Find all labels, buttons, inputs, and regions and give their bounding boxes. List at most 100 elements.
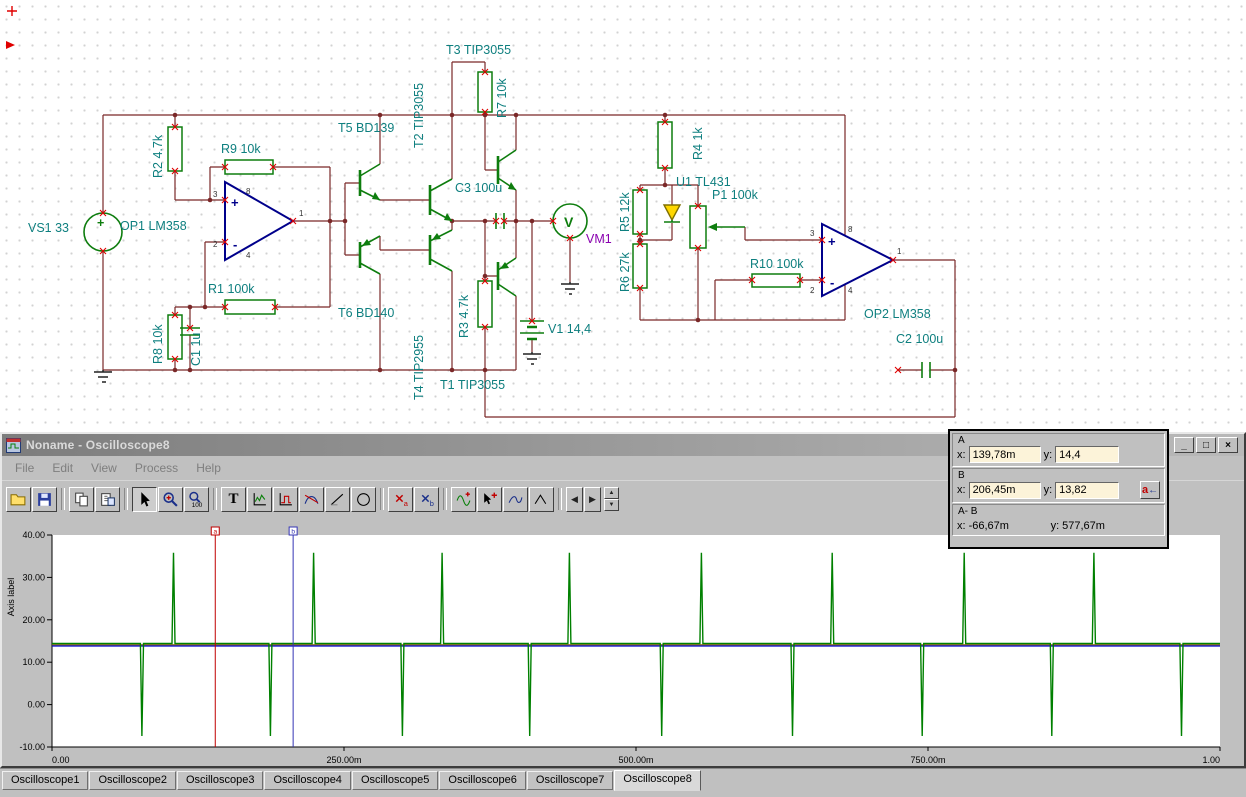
t1-label[interactable]: T1 TIP3055: [440, 378, 505, 392]
cursor-a-x-input[interactable]: [968, 446, 1041, 463]
set-axis-button[interactable]: [247, 486, 272, 512]
prev-curve-button[interactable]: ◀: [566, 486, 583, 512]
y-axis-label: Axis label: [6, 578, 16, 617]
tab-oscilloscope6[interactable]: Oscilloscope6: [439, 771, 526, 790]
tab-oscilloscope2[interactable]: Oscilloscope2: [89, 771, 176, 790]
t5-label[interactable]: T5 BD139: [338, 121, 394, 135]
cursor-a-tool-button[interactable]: a: [388, 486, 413, 512]
t3-label[interactable]: T3 TIP3055: [446, 43, 511, 57]
schematic-canvas[interactable]: VS1 33 OP1 LM358 R2 4.7k R9 10k R1 100k R8 10…: [0, 0, 1246, 432]
r5-label[interactable]: R5 12k: [618, 192, 632, 232]
menu-process[interactable]: Process: [126, 459, 187, 477]
r9-label[interactable]: R9 10k: [221, 142, 261, 156]
cursor-b-y-input[interactable]: [1055, 481, 1120, 499]
trim-curve-button[interactable]: [299, 486, 324, 512]
c2-label[interactable]: C2 100u: [896, 332, 943, 346]
tab-oscilloscope8[interactable]: Oscilloscope8: [614, 770, 701, 791]
tab-oscilloscope1[interactable]: Oscilloscope1: [2, 771, 89, 790]
component-r5[interactable]: [632, 189, 648, 235]
save-button[interactable]: [32, 486, 57, 512]
component-r7[interactable]: [477, 71, 493, 113]
component-t1[interactable]: [496, 257, 517, 297]
zoom-in-button[interactable]: [158, 486, 183, 512]
vm1-label[interactable]: VM1: [586, 232, 612, 246]
menu-view[interactable]: View: [82, 459, 126, 477]
cursor-b-tool-button[interactable]: b: [414, 486, 439, 512]
slope-tool-button[interactable]: [325, 486, 350, 512]
pick-point-button[interactable]: [477, 486, 502, 512]
component-v1-battery[interactable]: [520, 320, 544, 341]
component-t6[interactable]: [358, 235, 381, 275]
add-curve-button[interactable]: [451, 486, 476, 512]
open-file-button[interactable]: [6, 486, 31, 512]
tab-oscilloscope5[interactable]: Oscilloscope5: [351, 771, 439, 790]
component-r10[interactable]: [751, 273, 801, 288]
ellipse-tool-button[interactable]: [351, 486, 376, 512]
component-r9[interactable]: [224, 159, 274, 175]
linearize-button[interactable]: [529, 486, 554, 512]
t4-label[interactable]: T4 TIP2955: [412, 335, 426, 400]
component-t4[interactable]: [428, 229, 453, 272]
component-r3[interactable]: [477, 280, 493, 328]
r1-label[interactable]: R1 100k: [208, 282, 255, 296]
component-r6[interactable]: [632, 243, 648, 289]
r4-label[interactable]: R4 1k: [691, 127, 705, 160]
component-c2[interactable]: [921, 362, 931, 378]
close-button[interactable]: ×: [1218, 437, 1238, 453]
ground-symbol-v1[interactable]: [523, 352, 541, 365]
component-r8[interactable]: [167, 314, 183, 360]
t2-label[interactable]: T2 TIP3055: [412, 83, 426, 148]
component-c3[interactable]: [495, 213, 505, 229]
cursor-a-y-input[interactable]: [1055, 446, 1120, 463]
op2-label[interactable]: OP2 LM358: [864, 307, 931, 321]
plot-background[interactable]: [52, 535, 1220, 747]
menu-file[interactable]: File: [6, 459, 43, 477]
toolbar-separator: [124, 488, 128, 510]
spinner-down-button[interactable]: ▼: [604, 499, 619, 511]
component-r2[interactable]: [167, 126, 183, 172]
component-t5[interactable]: [358, 163, 381, 201]
tab-oscilloscope7[interactable]: Oscilloscope7: [526, 771, 614, 790]
smooth-curve-button[interactable]: [503, 486, 528, 512]
vs1-label[interactable]: VS1 33: [28, 221, 69, 235]
r10-label[interactable]: R10 100k: [750, 257, 804, 271]
spinner-up-button[interactable]: ▲: [604, 487, 619, 499]
pointer-tool-button[interactable]: [132, 486, 157, 512]
r6-label[interactable]: R6 27k: [618, 252, 632, 292]
r2-label[interactable]: R2 4.7k: [151, 134, 165, 178]
autoscale-button[interactable]: [273, 486, 298, 512]
minimize-button[interactable]: _: [1174, 437, 1194, 453]
copy-page-button[interactable]: [95, 486, 120, 512]
restore-button[interactable]: □: [1196, 437, 1216, 453]
tab-oscilloscope4[interactable]: Oscilloscope4: [264, 771, 351, 790]
vs1-plus: +: [97, 216, 104, 230]
ground-symbol-vs1[interactable]: [94, 370, 112, 383]
tab-oscilloscope3[interactable]: Oscilloscope3: [176, 771, 264, 790]
component-t2[interactable]: [428, 178, 453, 222]
menu-edit[interactable]: Edit: [43, 459, 82, 477]
component-p1[interactable]: [689, 205, 745, 249]
text-tool-button[interactable]: T: [221, 486, 246, 512]
jump-to-cursor-a-button[interactable]: a←: [1140, 481, 1160, 499]
r3-label[interactable]: R3 4.7k: [457, 294, 471, 338]
p1-label[interactable]: P1 100k: [712, 188, 759, 202]
t6-label[interactable]: T6 BD140: [338, 306, 394, 320]
component-r1[interactable]: [224, 299, 276, 315]
r7-label[interactable]: R7 10k: [495, 78, 509, 118]
c1-label[interactable]: C1 1u: [189, 333, 203, 366]
component-u1-tl431[interactable]: [662, 204, 682, 223]
menu-help[interactable]: Help: [187, 459, 230, 477]
cursor-handle-letter-a: a: [213, 529, 217, 536]
u1-label[interactable]: U1 TL431: [676, 175, 731, 189]
v1-label[interactable]: V1 14,4: [548, 322, 591, 336]
next-curve-button[interactable]: ▶: [584, 486, 601, 512]
zoom-100-button[interactable]: 100: [184, 486, 209, 512]
component-r4[interactable]: [657, 121, 673, 169]
r8-label[interactable]: R8 10k: [151, 324, 165, 364]
ground-symbol-vm1[interactable]: [561, 282, 579, 295]
cursor-b-x-input[interactable]: [968, 481, 1041, 499]
copy-button[interactable]: [69, 486, 94, 512]
c3-label[interactable]: C3 100u: [455, 181, 502, 195]
op1-label[interactable]: OP1 LM358: [120, 219, 187, 233]
oscilloscope-plot[interactable]: 40.00 30.00 20.00 10.00 0.00 -10.00 0.00 250.00…: [4, 517, 1246, 769]
